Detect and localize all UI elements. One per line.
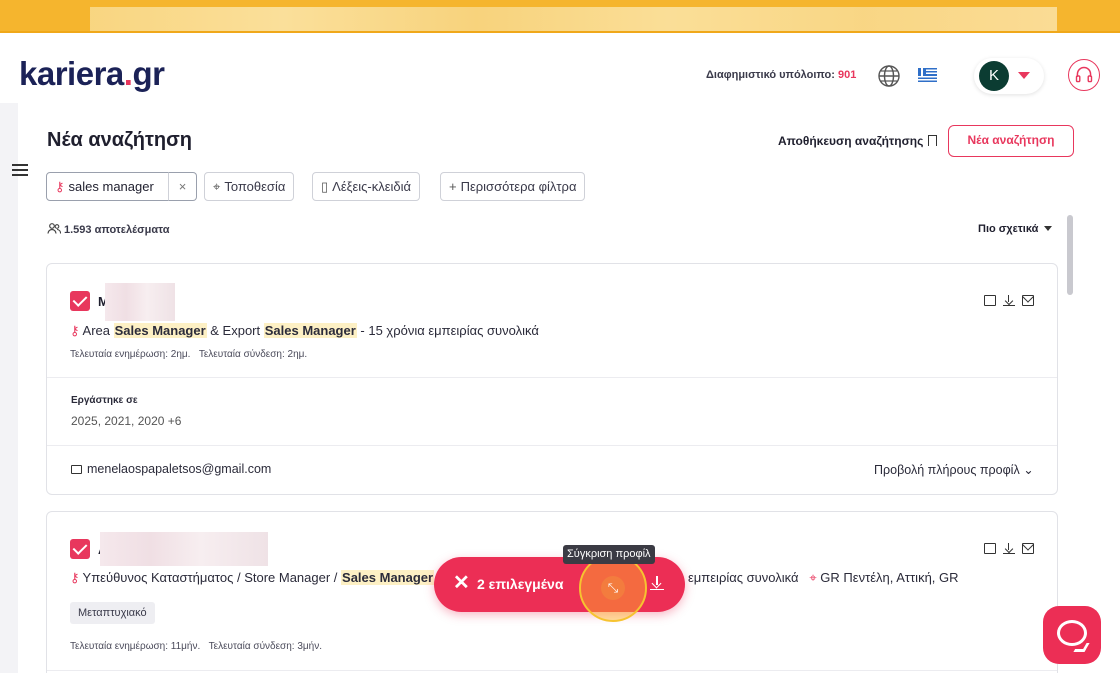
user-menu[interactable]: K: [974, 58, 1044, 94]
headset-icon[interactable]: [1068, 59, 1100, 91]
headline-highlight: Sales Manager: [341, 570, 435, 585]
chat-icon[interactable]: [1043, 606, 1101, 664]
last-login: Τελευταία σύνδεση: 3μήν.: [208, 641, 323, 652]
last-update: Τελευταία ενημέρωση: 11μήν.: [70, 641, 201, 652]
users-icon: [47, 223, 62, 234]
card-actions: [977, 295, 1034, 309]
menu-icon[interactable]: [12, 164, 28, 176]
candidate-headline-tail: εμπειρίας συνολικά ⌖ GR Πεντέλη, Αττική,…: [688, 570, 959, 586]
headline-highlight: Sales Manager: [263, 323, 357, 338]
compare-tooltip: Σύγκριση προφίλ: [563, 545, 655, 564]
sort-dropdown[interactable]: Πιο σχετικά: [978, 223, 1053, 235]
folder-icon[interactable]: [984, 543, 996, 554]
candidate-headline: ⚷ Υπεύθυνος Καταστήματος / Store Manager …: [70, 570, 441, 586]
results-count: 1.593 αποτελέσματα: [47, 223, 169, 236]
plus-icon: +: [449, 179, 457, 194]
save-search-link[interactable]: Αποθήκευση αναζήτησης: [778, 134, 938, 148]
view-full-profile-label: Προβολή πλήρους προφίλ: [874, 463, 1020, 477]
chevron-down-icon: ⌄: [1023, 463, 1034, 477]
headline-text: - 15 χρόνια εμπειρίας συνολικά: [356, 323, 539, 338]
clear-keyword-button[interactable]: ×: [168, 172, 197, 201]
globe-icon[interactable]: [877, 64, 901, 88]
candidate-checkbox[interactable]: [70, 291, 90, 311]
ad-credit-label: Διαφημιστικό υπόλοιπο:: [706, 69, 835, 81]
candidate-name-blurred: [105, 283, 175, 321]
keywords-filter-label: Λέξεις-κλειδιά: [332, 179, 412, 194]
bookmark-icon: [928, 135, 938, 146]
candidate-email[interactable]: menelaospapaletsos@gmail.com: [71, 462, 271, 476]
key-icon: ⚷: [70, 323, 80, 338]
more-filters-label: Περισσότερα φίλτρα: [460, 179, 577, 194]
mail-icon[interactable]: [1022, 295, 1034, 306]
sort-label: Πιο σχετικά: [978, 223, 1039, 235]
selected-count-label: 2 επιλεγμένα: [477, 576, 564, 592]
banner-content-blurred: [90, 7, 1057, 31]
candidate-card[interactable]: M ⚷ Area Sales Manager & Export Sales Man…: [46, 263, 1058, 495]
candidate-location-text: GR Πεντέλη, Αττική, GR: [820, 570, 959, 585]
ad-credit-value: 901: [838, 69, 857, 81]
candidate-email-text: menelaospapaletsos@gmail.com: [87, 462, 272, 476]
candidate-activity: Τελευταία ενημέρωση: 11μήν. Τελευταία σύ…: [70, 641, 322, 652]
keywords-filter-chip[interactable]: ▯ Λέξεις-κλειδιά: [312, 172, 421, 201]
logo-tld: gr: [132, 55, 165, 92]
headline-text: εμπειρίας συνολικά: [688, 570, 799, 585]
save-search-label: Αποθήκευση αναζήτησης: [778, 134, 924, 148]
divider: [47, 445, 1057, 446]
candidate-location: ⌖ GR Πεντέλη, Αττική, GR: [809, 570, 958, 585]
card-actions: [977, 543, 1034, 557]
location-pin-icon: ⌖: [809, 570, 817, 585]
scrollbar[interactable]: [1067, 215, 1073, 295]
sort-caret-icon: [1044, 226, 1053, 231]
headline-text: Area: [82, 323, 114, 338]
caret-down-icon: [1018, 72, 1030, 79]
headline-text: Υπεύθυνος Καταστήματος / Store Manager /: [82, 570, 342, 585]
divider: [47, 377, 1057, 378]
last-login: Τελευταία σύνδεση: 2ημ.: [198, 349, 308, 360]
folder-icon[interactable]: [984, 295, 996, 306]
location-filter-chip[interactable]: ⌖ Τοποθεσία: [204, 172, 295, 201]
download-icon[interactable]: [1003, 543, 1015, 554]
keyword-filter-chip[interactable]: ⚷ sales manager: [46, 172, 169, 201]
headline-highlight: Sales Manager: [113, 323, 207, 338]
ad-credit: Διαφημιστικό υπόλοιπο: 901: [706, 69, 856, 81]
candidate-activity: Τελευταία ενημέρωση: 2ημ. Τελευταία σύνδ…: [70, 349, 307, 360]
candidate-name-blurred: [100, 532, 268, 566]
document-icon: ▯: [321, 179, 329, 194]
logo-main: kariera: [19, 55, 124, 92]
top-banner: [0, 0, 1120, 33]
mail-icon: [71, 465, 82, 474]
key-icon: ⚷: [70, 570, 80, 585]
last-update: Τελευταία ενημέρωση: 2ημ.: [70, 349, 191, 360]
logo[interactable]: kariera.gr: [19, 55, 165, 93]
clear-selection-button[interactable]: ✕: [453, 572, 470, 594]
worked-label: Εργάστηκε σε: [71, 395, 138, 406]
divider: [47, 670, 1057, 671]
worked-years: 2025, 2021, 2020 +6: [71, 414, 182, 428]
new-search-button[interactable]: Νέα αναζήτηση: [948, 125, 1074, 157]
key-icon: ⚷: [55, 179, 65, 194]
location-filter-label: Τοποθεσία: [224, 179, 286, 194]
mail-icon[interactable]: [1022, 543, 1034, 554]
compare-icon: ⤡: [601, 576, 625, 600]
candidate-headline: ⚷ Area Sales Manager & Export Sales Manag…: [70, 323, 539, 339]
education-tag: Μεταπτυχιακό: [70, 602, 155, 624]
download-selected-icon[interactable]: [650, 576, 664, 590]
page-title: Νέα αναζήτηση: [47, 129, 193, 151]
more-filters-chip[interactable]: + Περισσότερα φίλτρα: [440, 172, 586, 201]
compare-profiles-button[interactable]: ⤡: [579, 554, 647, 622]
view-full-profile-link[interactable]: Προβολή πλήρους προφίλ ⌄: [874, 462, 1034, 477]
greek-flag-icon[interactable]: [918, 68, 937, 82]
left-rail: [0, 103, 18, 673]
candidate-checkbox[interactable]: [70, 539, 90, 559]
download-icon[interactable]: [1003, 295, 1015, 306]
header: kariera.gr Διαφημιστικό υπόλοιπο: 901 K: [0, 35, 1120, 103]
keyword-filter-label: sales manager: [68, 179, 154, 194]
avatar: K: [979, 61, 1009, 91]
location-pin-icon: ⌖: [213, 179, 221, 194]
results-count-label: 1.593 αποτελέσματα: [64, 224, 170, 236]
selection-action-bar: ✕ 2 επιλεγμένα ⤡: [434, 554, 685, 622]
headline-text: & Export: [206, 323, 264, 338]
